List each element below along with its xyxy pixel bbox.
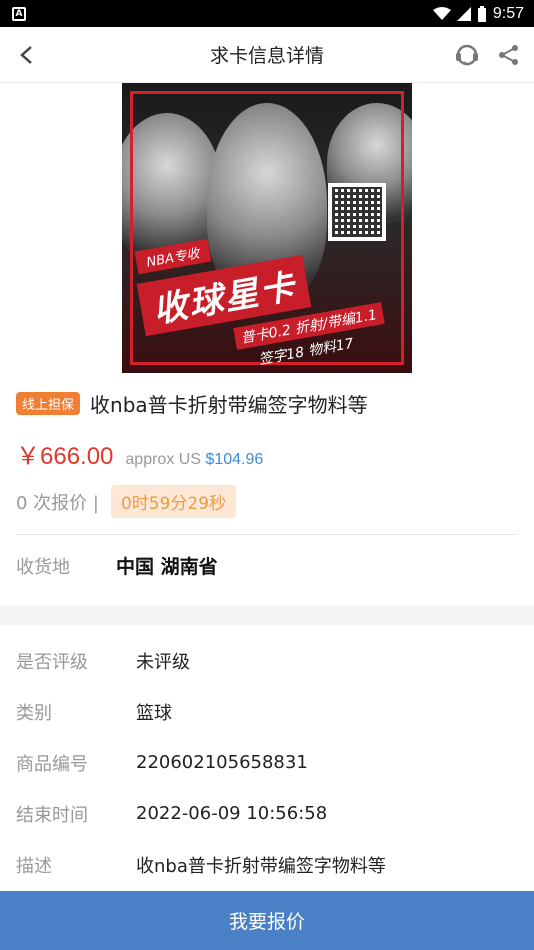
signal-icon xyxy=(456,6,471,21)
detail-row-graded: 是否评级 未评级 xyxy=(16,635,518,686)
top-bar: 求卡信息详情 xyxy=(0,27,534,83)
status-bar: A 9:57 xyxy=(0,0,534,27)
shipping-label: 收货地 xyxy=(16,556,70,578)
detail-row-description: 描述 收nba普卡折射带编签字物料等 xyxy=(16,839,518,890)
detail-row-end-time: 结束时间 2022-06-09 10:56:58 xyxy=(16,788,518,839)
bid-count: 0 次报价 | xyxy=(16,492,99,514)
detail-value: 篮球 xyxy=(136,702,172,724)
detail-value: 未评级 xyxy=(136,651,190,673)
detail-label: 描述 xyxy=(16,855,52,877)
shipping-row: 收货地 中国 湖南省 xyxy=(16,535,518,597)
detail-value: 收nba普卡折射带编签字物料等 xyxy=(136,855,386,877)
section-gap xyxy=(0,605,534,625)
approx-prefix: approx US xyxy=(125,451,201,468)
detail-label: 结束时间 xyxy=(16,804,88,826)
back-arrow-icon[interactable] xyxy=(16,44,38,66)
item-title: 收nba普卡折射带编签字物料等 xyxy=(90,393,368,417)
detail-label: 是否评级 xyxy=(16,651,88,673)
status-time: 9:57 xyxy=(492,4,524,22)
battery-icon xyxy=(477,5,486,22)
product-image-area: NBA专收 收球星卡 普卡0.2 折射/带编1.1 签字18 物料17 xyxy=(0,83,534,373)
detail-value: 2022-06-09 10:56:58 xyxy=(136,803,328,824)
approx-usd: $104.96 xyxy=(205,451,264,468)
qr-code-image xyxy=(328,183,386,241)
detail-value: 220602105658831 xyxy=(136,752,308,773)
quote-button[interactable]: 我要报价 xyxy=(0,891,534,950)
customer-service-icon[interactable] xyxy=(454,42,480,68)
detail-label: 商品编号 xyxy=(16,753,88,775)
app-notification-icon: A xyxy=(12,6,26,21)
detail-row-category: 类别 篮球 xyxy=(16,686,518,737)
item-price: ￥666.00 xyxy=(16,443,114,470)
share-icon[interactable] xyxy=(498,44,520,66)
details-list: 是否评级 未评级 类别 篮球 商品编号 220602105658831 结束时间… xyxy=(0,625,534,890)
item-info: 线上担保 收nba普卡折射带编签字物料等 ￥666.00 approx US $… xyxy=(0,373,534,597)
detail-row-item-number: 商品编号 220602105658831 xyxy=(16,737,518,788)
approx-price: approx US $104.96 xyxy=(125,451,263,469)
product-image[interactable]: NBA专收 收球星卡 普卡0.2 折射/带编1.1 签字18 物料17 xyxy=(122,83,412,373)
countdown-timer: 0时59分29秒 xyxy=(110,485,237,518)
shipping-value: 中国 湖南省 xyxy=(116,556,218,578)
wifi-icon xyxy=(432,6,451,20)
guarantee-badge: 线上担保 xyxy=(16,392,81,415)
detail-label: 类别 xyxy=(16,702,52,724)
